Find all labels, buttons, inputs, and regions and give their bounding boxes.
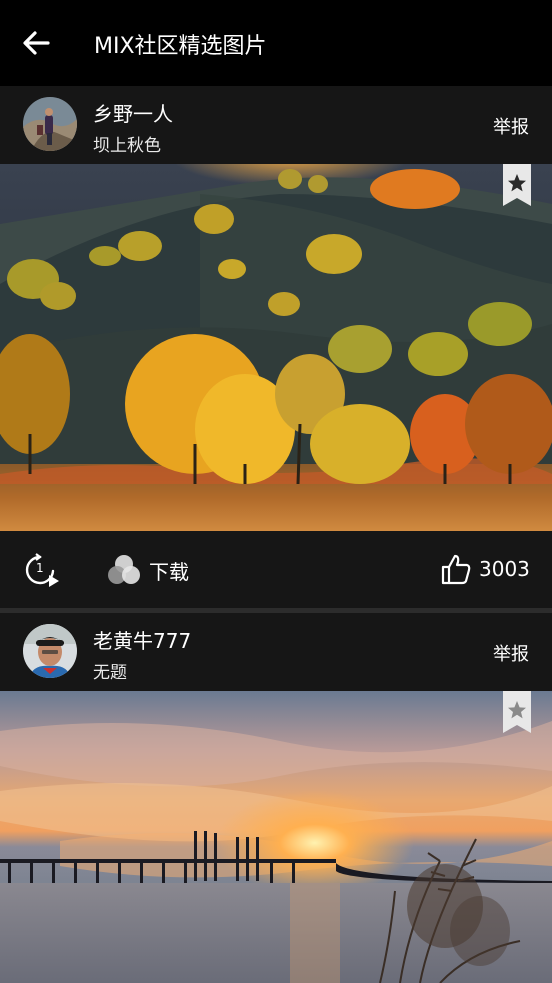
post-header: 老黄牛777 无题 举报 [0,613,552,691]
post-card: 乡野一人 坝上秋色 举报 1 下载 3003 [0,86,552,608]
avatar-image [23,97,77,151]
post-card: 老黄牛777 无题 举报 [0,613,552,983]
sunset-bridge-image [0,691,552,983]
username[interactable]: 老黄牛777 [93,625,191,654]
post-photo[interactable] [0,164,552,531]
favorite-bookmark[interactable] [503,691,531,733]
top-app-bar: MIX社区精选图片 [0,0,552,86]
report-button[interactable]: 举报 [493,113,529,139]
username[interactable]: 乡野一人 [93,98,173,127]
back-button[interactable] [14,24,58,62]
post-header: 乡野一人 坝上秋色 举报 [0,86,552,164]
arrow-left-icon [23,31,50,55]
post-action-bar: 1 下载 3003 [0,531,552,608]
post-title: 无题 [93,663,127,683]
report-button[interactable]: 举报 [493,640,529,666]
download-button[interactable]: 下载 [149,556,189,585]
svg-text:1: 1 [36,561,44,575]
post-title: 坝上秋色 [93,136,161,156]
thumbs-up-icon[interactable] [440,553,472,585]
autumn-landscape-image [0,164,552,531]
avatar[interactable] [23,97,77,151]
post-photo[interactable] [0,691,552,983]
replay-one-icon: 1 [25,553,59,587]
avatar-image [23,624,77,678]
like-count: 3003 [479,557,530,581]
favorite-bookmark[interactable] [503,164,531,206]
download-icon[interactable] [106,553,142,587]
page-title: MIX社区精选图片 [94,34,267,59]
avatar[interactable] [23,624,77,678]
star-bookmark-icon [503,164,531,206]
replay-button[interactable]: 1 [23,551,61,589]
star-bookmark-icon [503,691,531,733]
